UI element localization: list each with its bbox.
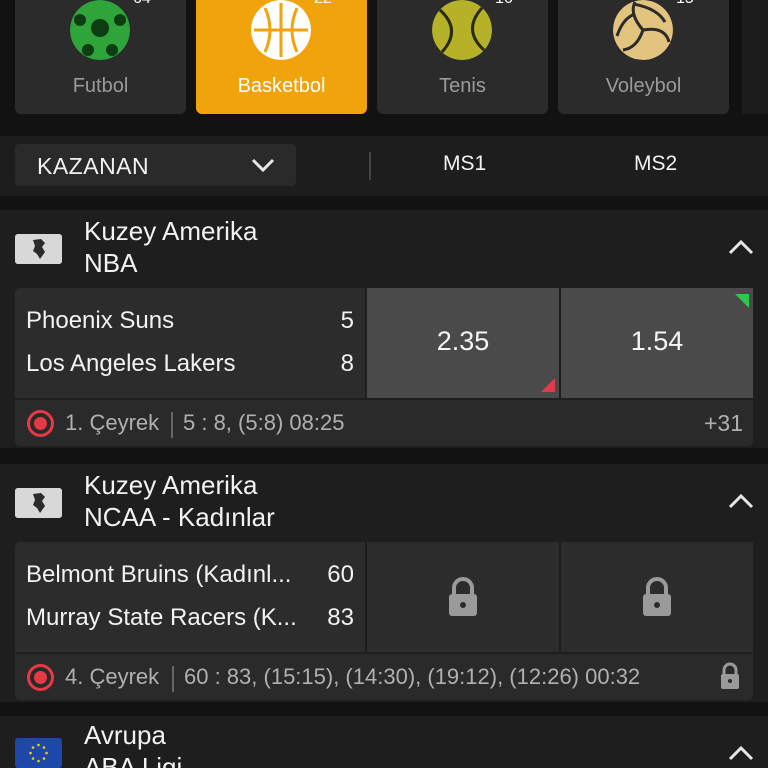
away-team: Murray State Racers (K...: [26, 604, 297, 631]
column-header-ms1: MS1: [443, 152, 487, 175]
status-divider: [172, 666, 174, 692]
match-score-detail: 60 : 83, (15:15), (14:30), (19:12), (12:…: [184, 664, 641, 689]
odd-button-ms2[interactable]: 1.54: [561, 288, 753, 398]
sport-tab-tenis[interactable]: 16 Tenis: [377, 0, 548, 114]
sport-count: 64: [133, 0, 151, 8]
match-period: 1. Çeyrek: [65, 410, 160, 435]
chevron-up-icon[interactable]: [727, 237, 755, 257]
away-team: Los Angeles Lakers: [26, 350, 236, 377]
basketball-icon: [251, 0, 311, 60]
league-header[interactable]: Kuzey Amerika NBA: [0, 210, 768, 290]
league-region: Kuzey Amerika: [84, 216, 258, 246]
league-name: ABA Ligi: [84, 752, 183, 768]
soccer-ball-icon: [70, 0, 130, 60]
league-section-ncaa: Kuzey Amerika NCAA - Kadınlar Belmont Br…: [0, 464, 768, 702]
league-section-nba: Kuzey Amerika NBA Phoenix Suns 5 Los Ang…: [0, 210, 768, 448]
north-america-flag-icon: [15, 234, 62, 264]
market-dropdown[interactable]: KAZANAN: [15, 144, 296, 186]
odd-button-ms2-locked: [561, 542, 753, 652]
market-dropdown-value: KAZANAN: [37, 153, 150, 179]
league-header[interactable]: Kuzey Amerika NCAA - Kadınlar: [0, 464, 768, 544]
home-score: 60: [327, 561, 354, 588]
match-teams[interactable]: Belmont Bruins (Kadınl... 60 Murray Stat…: [15, 542, 365, 652]
filter-divider: [369, 152, 371, 180]
odd-button-ms1-locked: [367, 542, 559, 652]
sport-count: 16: [495, 0, 513, 8]
eu-flag-icon: [15, 738, 62, 768]
live-indicator-icon: [27, 410, 54, 437]
lock-icon: [721, 662, 739, 689]
home-team: Belmont Bruins (Kadınl...: [26, 561, 292, 588]
match-status-bar[interactable]: 1. Çeyrek 5 : 8, (5:8) 08:25 +31: [15, 400, 753, 446]
away-score: 83: [327, 604, 354, 631]
sport-tab-basketbol[interactable]: 22 Basketbol: [196, 0, 367, 114]
league-name: NBA: [84, 248, 138, 278]
odd-up-indicator: [735, 294, 749, 308]
sport-label: Tenis: [439, 75, 486, 97]
odd-down-indicator: [541, 378, 555, 392]
match-period: 4. Çeyrek: [65, 664, 160, 689]
chevron-down-icon: [251, 158, 275, 173]
tennis-ball-icon: [432, 0, 492, 60]
league-region: Kuzey Amerika: [84, 470, 258, 500]
status-divider: [171, 412, 173, 438]
match-teams[interactable]: Phoenix Suns 5 Los Angeles Lakers 8: [15, 288, 365, 398]
lock-icon: [643, 577, 671, 616]
live-indicator-icon: [27, 664, 54, 691]
league-header[interactable]: Avrupa ABA Ligi: [0, 716, 768, 768]
sport-count: 22: [314, 0, 332, 8]
sport-tab-voleybol[interactable]: 15 Voleybol: [558, 0, 729, 114]
sport-label: Futbol: [72, 75, 129, 97]
lock-icon: [449, 577, 477, 616]
sport-label: Voleybol: [605, 75, 682, 97]
odd-value: 1.54: [630, 326, 684, 356]
sport-tab-futbol[interactable]: 64 Futbol: [15, 0, 186, 114]
sports-tab-bar: 64 Futbol 22 Basketbol 16 Tenis: [0, 0, 768, 134]
match-score-detail: 5 : 8, (5:8) 08:25: [183, 410, 345, 435]
chevron-up-icon[interactable]: [727, 491, 755, 511]
league-section-aba: Avrupa ABA Ligi: [0, 716, 768, 768]
more-markets-count[interactable]: +31: [704, 410, 743, 437]
odd-button-ms1[interactable]: 2.35: [367, 288, 559, 398]
home-team: Phoenix Suns: [26, 307, 175, 334]
match-row[interactable]: Phoenix Suns 5 Los Angeles Lakers 8 2.35…: [15, 288, 753, 398]
odd-value: 2.35: [436, 326, 490, 356]
sport-count: 15: [676, 0, 694, 8]
sport-label: Basketbol: [237, 75, 326, 97]
home-score: 5: [340, 307, 354, 334]
volleyball-icon: [613, 0, 673, 60]
chevron-up-icon[interactable]: [727, 743, 755, 763]
column-header-ms2: MS2: [634, 152, 678, 175]
league-name: NCAA - Kadınlar: [84, 502, 275, 532]
league-region: Avrupa: [84, 720, 166, 750]
north-america-flag-icon: [15, 488, 62, 518]
sports-scroll-edge: [742, 0, 768, 114]
away-score: 8: [340, 350, 354, 377]
market-filter-bar: KAZANAN MS1 MS2: [0, 136, 768, 196]
match-row[interactable]: Belmont Bruins (Kadınl... 60 Murray Stat…: [15, 542, 753, 652]
match-status-bar[interactable]: 4. Çeyrek 60 : 83, (15:15), (14:30), (19…: [15, 654, 753, 700]
